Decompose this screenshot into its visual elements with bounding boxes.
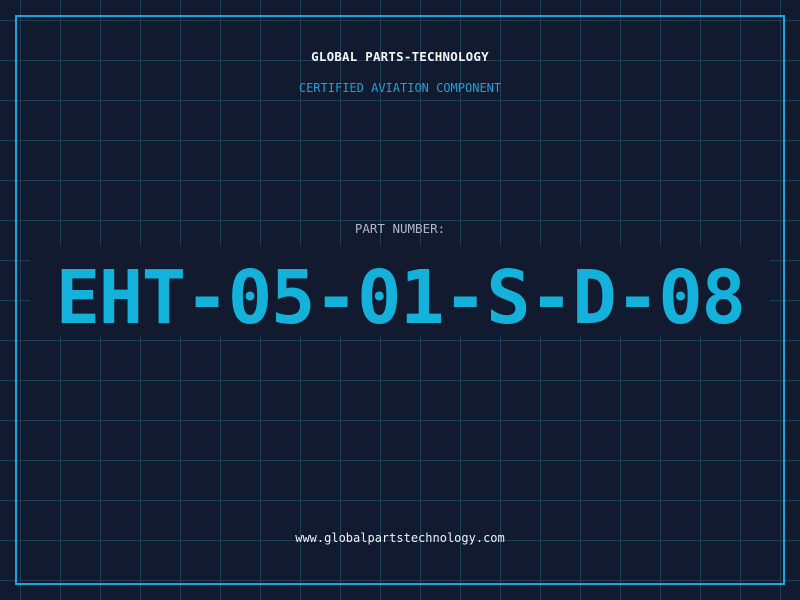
part-number-value: EHT-05-01-S-D-08 — [55, 255, 746, 341]
website-url: www.globalpartstechnology.com — [295, 531, 505, 545]
part-number-label: PART NUMBER: — [354, 221, 446, 236]
company-name: GLOBAL PARTS-TECHNOLOGY — [311, 49, 489, 64]
label-canvas: GLOBAL PARTS-TECHNOLOGY CERTIFIED AVIATI… — [0, 0, 800, 600]
certification-tagline: CERTIFIED AVIATION COMPONENT — [298, 81, 502, 95]
